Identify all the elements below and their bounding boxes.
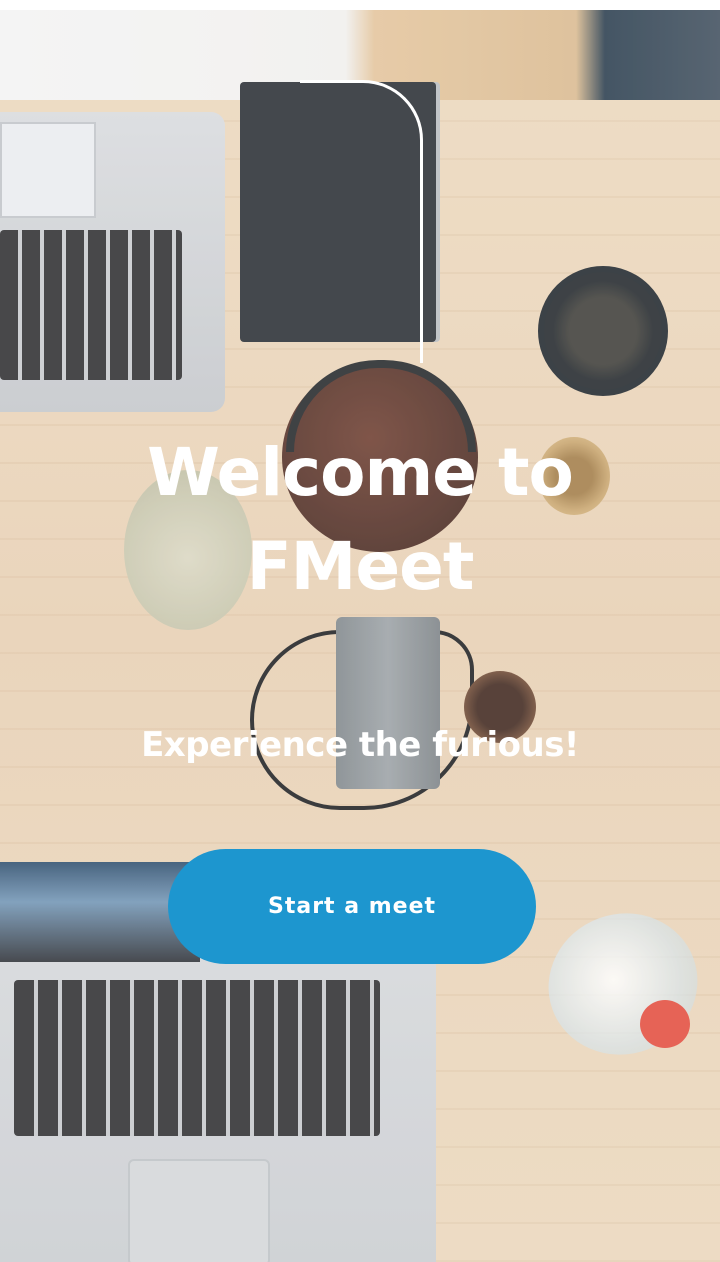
- welcome-title-line1: Welcome to: [147, 434, 574, 511]
- welcome-title: Welcome to FMeet: [0, 426, 720, 614]
- status-bar: [0, 0, 720, 10]
- start-meet-button[interactable]: Start a meet: [168, 849, 536, 964]
- tagline: Experience the furious!: [141, 725, 579, 765]
- background-overlay: [0, 10, 720, 1262]
- welcome-screen: Welcome to FMeet Experience the furious!…: [0, 0, 720, 1262]
- app-name: FMeet: [246, 528, 475, 605]
